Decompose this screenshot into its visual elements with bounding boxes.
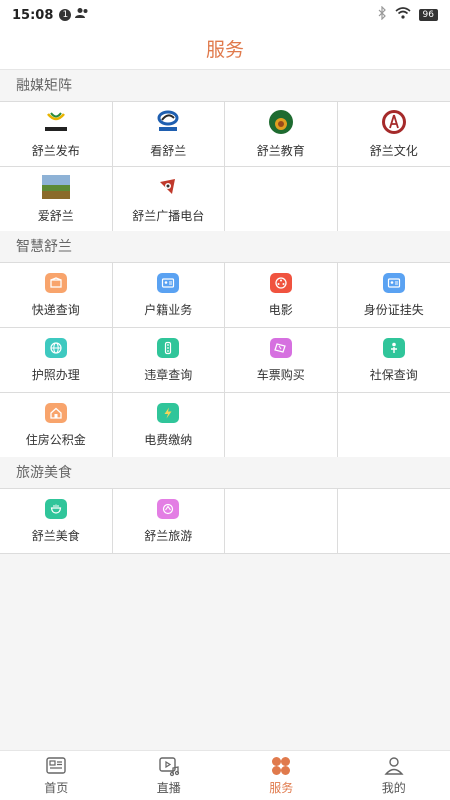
service-shulan-radio[interactable]: 舒兰广播电台 [112, 167, 225, 232]
page-title: 服务 [0, 30, 450, 70]
empty-cell [337, 489, 450, 554]
bluetooth-icon [377, 5, 387, 24]
live-video-icon [159, 757, 179, 777]
media-grid: 舒兰发布 看舒兰 舒兰教育 舒兰文化 爱舒兰 舒兰广播电台 [0, 101, 450, 232]
shulan-release-logo [42, 110, 70, 134]
service-label: 舒兰文化 [369, 143, 418, 158]
service-housing-fund[interactable]: 住房公积金 [0, 393, 113, 458]
tab-label: 服务 [269, 781, 294, 795]
service-label: 护照办理 [31, 367, 80, 382]
film-reel-icon [269, 272, 292, 293]
status-bar: 15:08 1 96 [0, 0, 450, 30]
tab-mine[interactable]: 我的 [338, 751, 450, 800]
smart-grid: 快递查询 户籍业务 电影 身份证挂失 护照办理 违章查询 车票购买 社保查询 住… [0, 262, 450, 458]
news-icon [46, 757, 66, 774]
service-label: 舒兰发布 [31, 143, 80, 158]
service-social-security[interactable]: 社保查询 [337, 328, 450, 393]
service-label: 身份证挂失 [363, 302, 424, 317]
service-shulan-culture[interactable]: 舒兰文化 [337, 102, 450, 167]
tab-label: 直播 [156, 781, 181, 795]
tab-services[interactable]: 服务 [225, 751, 338, 800]
service-violation-query[interactable]: 违章查询 [112, 328, 225, 393]
bottom-tab-bar: 首页 直播 服务 我的 [0, 750, 450, 800]
service-shulan-education[interactable]: 舒兰教育 [225, 102, 338, 167]
service-shulan-release[interactable]: 舒兰发布 [0, 102, 113, 167]
service-electricity-bill[interactable]: 电费缴纳 [112, 393, 225, 458]
service-love-shulan[interactable]: 爱舒兰 [0, 167, 113, 232]
love-shulan-logo [41, 174, 70, 199]
empty-cell [225, 393, 338, 458]
notification-count-badge: 1 [59, 9, 72, 21]
home-icon [44, 402, 67, 423]
section-title-travel-food: 旅游美食 [0, 457, 450, 489]
service-label: 社保查询 [369, 367, 418, 382]
service-label: 违章查询 [144, 367, 193, 382]
ticket-icon [269, 337, 292, 358]
package-icon [44, 272, 67, 293]
wifi-icon [395, 7, 411, 23]
traffic-light-icon [157, 337, 180, 358]
service-passport[interactable]: 护照办理 [0, 328, 113, 393]
service-label: 快递查询 [31, 302, 80, 317]
empty-cell [225, 167, 338, 232]
services-icon [272, 757, 291, 775]
service-shulan-food[interactable]: 舒兰美食 [0, 489, 113, 554]
id-card-icon [382, 272, 405, 293]
travel-food-grid: 舒兰美食 舒兰旅游 [0, 488, 450, 554]
shulan-radio-logo [154, 175, 182, 199]
globe-icon [44, 337, 67, 358]
tab-home[interactable]: 首页 [0, 751, 113, 800]
tab-live[interactable]: 直播 [113, 751, 226, 800]
tab-label: 我的 [381, 781, 406, 795]
service-shulan-travel[interactable]: 舒兰旅游 [112, 489, 225, 554]
battery-icon: 96 [418, 9, 438, 21]
service-label: 电费缴纳 [144, 432, 193, 447]
service-label: 爱舒兰 [37, 208, 74, 223]
contacts-icon [75, 7, 89, 23]
user-icon [384, 757, 404, 775]
status-time: 15:08 [12, 7, 54, 23]
empty-cell [337, 167, 450, 232]
id-card-icon [157, 272, 180, 293]
shulan-education-logo [267, 109, 295, 134]
empty-cell [225, 489, 338, 554]
service-watch-shulan[interactable]: 看舒兰 [112, 102, 225, 167]
service-movie[interactable]: 电影 [225, 263, 338, 328]
electric-icon [157, 402, 180, 423]
section-title-smart: 智慧舒兰 [0, 231, 450, 263]
service-label: 舒兰旅游 [144, 528, 193, 543]
service-label: 舒兰美食 [31, 528, 80, 543]
service-express-query[interactable]: 快递查询 [0, 263, 113, 328]
service-label: 车票购买 [256, 367, 305, 382]
section-title-media: 融媒矩阵 [0, 70, 450, 102]
tab-label: 首页 [44, 781, 69, 795]
service-household-registration[interactable]: 户籍业务 [112, 263, 225, 328]
service-id-card-loss[interactable]: 身份证挂失 [337, 263, 450, 328]
service-label: 住房公积金 [25, 432, 86, 447]
service-label: 电影 [268, 302, 293, 317]
service-label: 看舒兰 [150, 143, 187, 158]
shulan-culture-logo [380, 109, 408, 134]
food-icon [44, 498, 67, 519]
travel-icon [157, 498, 180, 519]
person-icon [382, 337, 405, 358]
service-label: 户籍业务 [144, 302, 193, 317]
empty-cell [337, 393, 450, 458]
service-label: 舒兰教育 [256, 143, 305, 158]
watch-shulan-logo [154, 110, 182, 134]
service-ticket-purchase[interactable]: 车票购买 [225, 328, 338, 393]
service-label: 舒兰广播电台 [132, 208, 205, 223]
